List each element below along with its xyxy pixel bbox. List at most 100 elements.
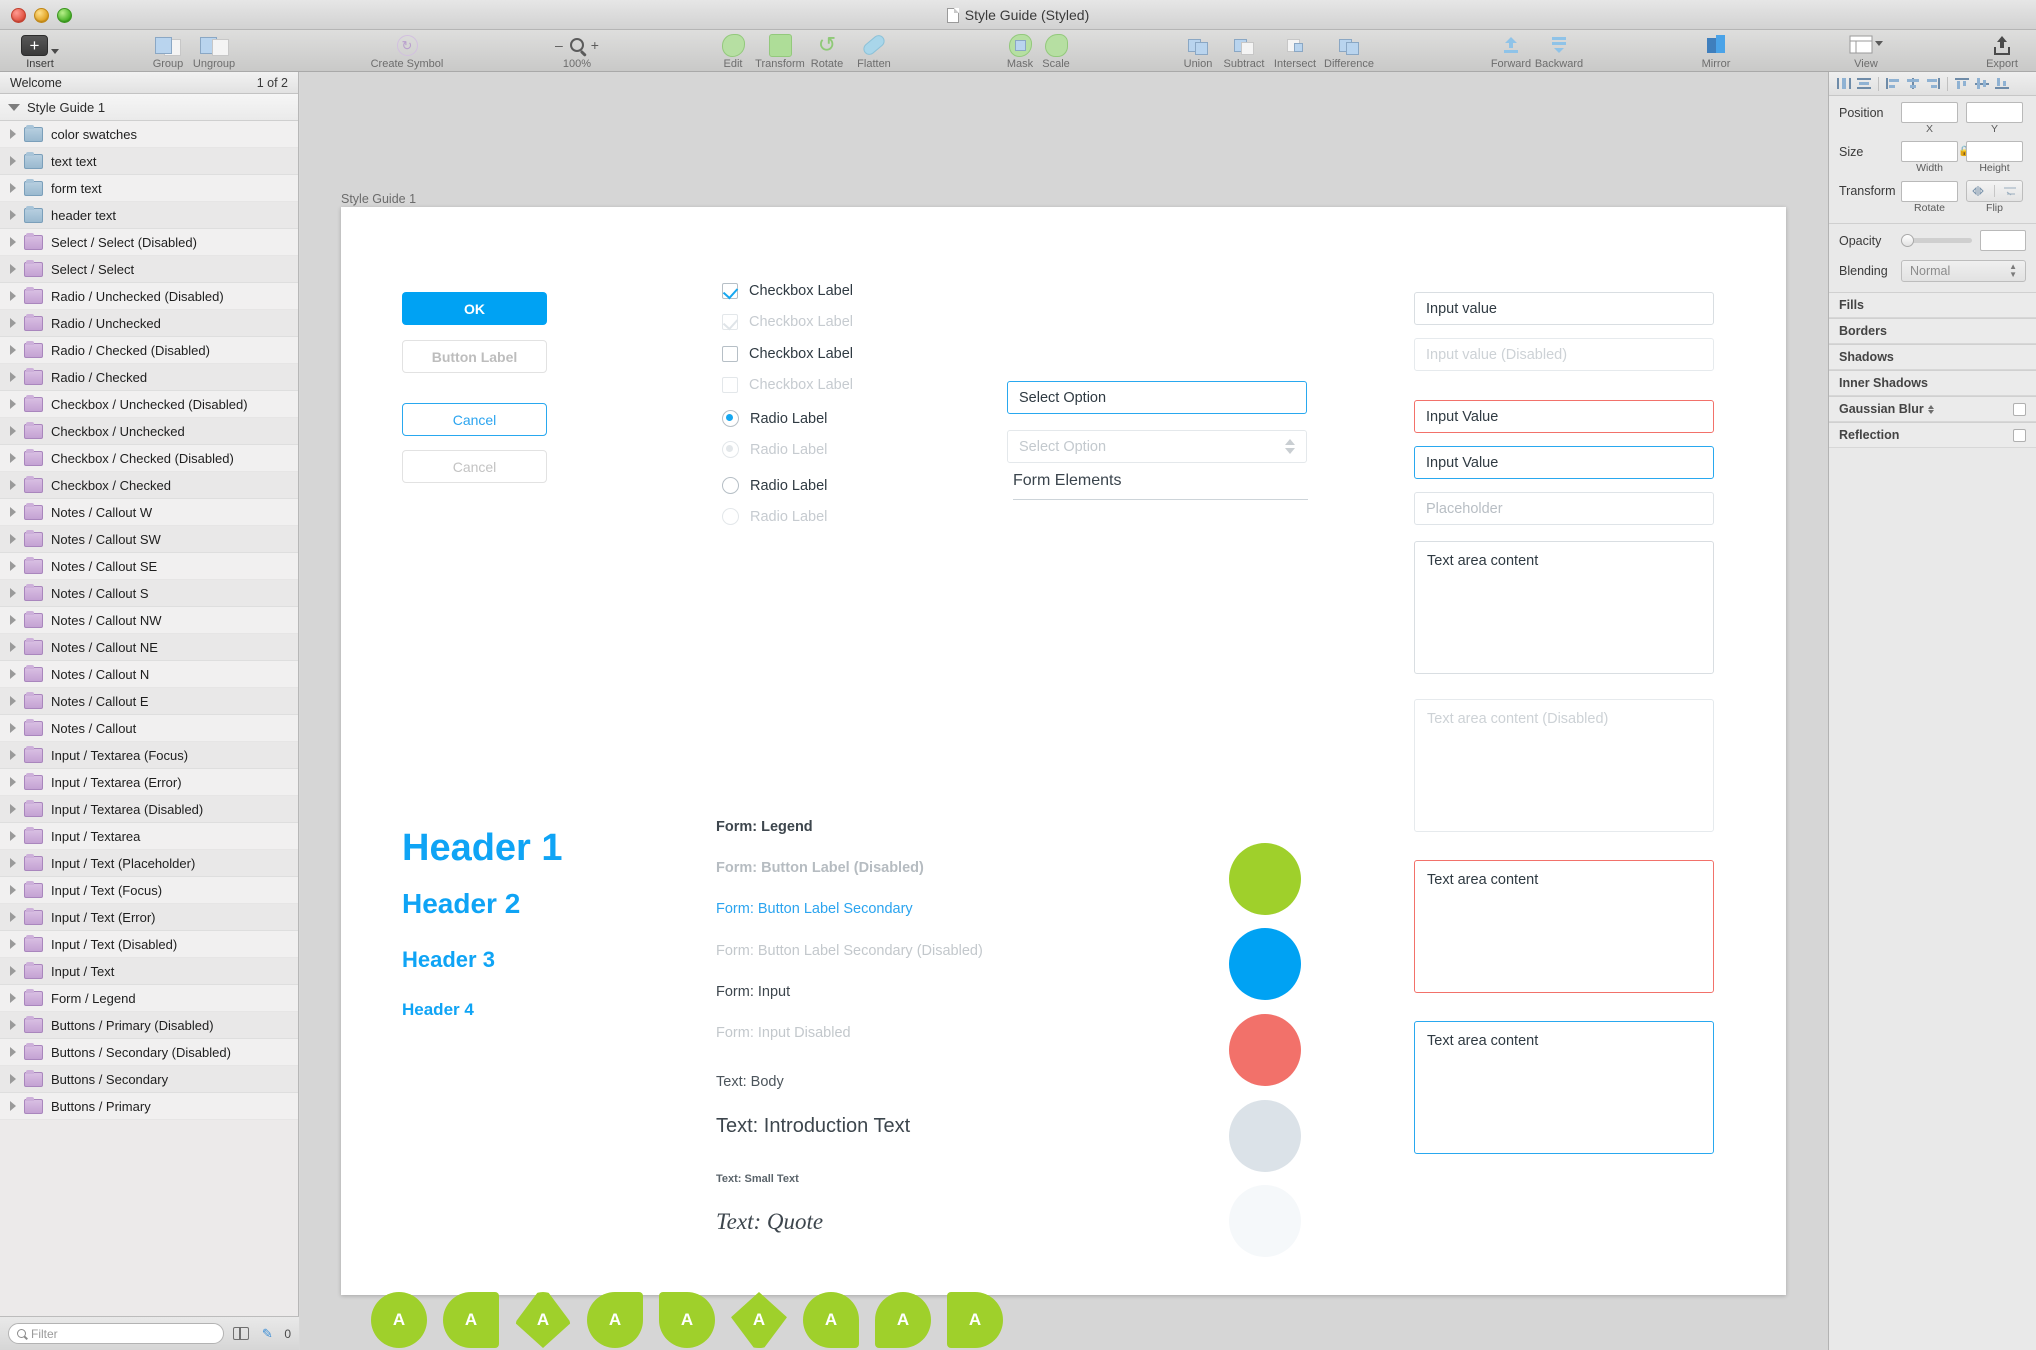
zoom-in-icon[interactable]: + — [591, 37, 599, 53]
layer-row[interactable]: Buttons / Secondary (Disabled) — [0, 1039, 298, 1066]
layer-row[interactable]: Form / Legend — [0, 985, 298, 1012]
chevron-right-icon[interactable] — [10, 588, 16, 598]
pen-icon[interactable]: ✎ — [258, 1326, 276, 1342]
layer-row[interactable]: Notes / Callout — [0, 715, 298, 742]
layer-row[interactable]: Notes / Callout NW — [0, 607, 298, 634]
toolbar-item-scale[interactable]: Scale — [1020, 32, 1092, 70]
layer-row[interactable]: Radio / Unchecked (Disabled) — [0, 283, 298, 310]
toolbar-item-flatten[interactable]: Flatten — [838, 32, 910, 70]
distribute-vertical-icon[interactable] — [1855, 76, 1873, 92]
button-secondary[interactable]: Cancel — [402, 403, 547, 436]
zoom-icon[interactable] — [569, 38, 584, 52]
artboard[interactable]: OK Button Label Cancel Cancel Checkbox L… — [341, 207, 1786, 1348]
chevron-right-icon[interactable] — [10, 696, 16, 706]
inspector-section[interactable]: Borders — [1829, 318, 2036, 344]
chevron-right-icon[interactable] — [10, 669, 16, 679]
rotate-input[interactable] — [1901, 180, 1958, 202]
layer-row[interactable]: Input / Text (Error) — [0, 904, 298, 931]
layer-row[interactable]: color swatches — [0, 121, 298, 148]
zoom-out-icon[interactable]: – — [555, 37, 563, 53]
chevron-right-icon[interactable] — [10, 642, 16, 652]
select-focus[interactable]: Select Option — [1007, 381, 1307, 414]
size-height-input[interactable] — [1966, 141, 2023, 162]
layer-row[interactable]: Input / Textarea — [0, 823, 298, 850]
layer-row[interactable]: Buttons / Primary (Disabled) — [0, 1012, 298, 1039]
textarea[interactable]: Text area content — [1414, 541, 1714, 674]
layer-row[interactable]: Notes / Callout SW — [0, 526, 298, 553]
layer-row[interactable]: Checkbox / Unchecked (Disabled) — [0, 391, 298, 418]
radio-icon[interactable] — [722, 410, 739, 427]
layer-row[interactable]: Notes / Callout SE — [0, 553, 298, 580]
layer-row[interactable]: Radio / Checked — [0, 364, 298, 391]
layer-row[interactable]: Input / Text — [0, 958, 298, 985]
layer-row[interactable]: Checkbox / Checked (Disabled) — [0, 445, 298, 472]
align-left-icon[interactable] — [1884, 76, 1902, 92]
input-text-error[interactable]: Input Value — [1414, 400, 1714, 433]
layer-row[interactable]: Notes / Callout S — [0, 580, 298, 607]
chevron-right-icon[interactable] — [10, 534, 16, 544]
chevron-right-icon[interactable] — [10, 1074, 16, 1084]
toolbar-item-insert[interactable]: + Insert — [4, 32, 76, 70]
chevron-right-icon[interactable] — [10, 723, 16, 733]
layer-row[interactable]: Checkbox / Checked — [0, 472, 298, 499]
position-y-input[interactable] — [1966, 102, 2023, 123]
chevron-right-icon[interactable] — [10, 750, 16, 760]
chevron-right-icon[interactable] — [10, 372, 16, 382]
chevron-right-icon[interactable] — [10, 318, 16, 328]
chevron-down-icon[interactable] — [8, 103, 20, 111]
filter-input[interactable]: Filter — [8, 1323, 225, 1344]
chevron-right-icon[interactable] — [10, 129, 16, 139]
stepper-icon[interactable] — [1927, 404, 1934, 414]
layer-row[interactable]: Checkbox / Unchecked — [0, 418, 298, 445]
layer-row[interactable]: form text — [0, 175, 298, 202]
toolbar-item-difference[interactable]: Difference — [1313, 32, 1385, 70]
input-text-placeholder[interactable]: Placeholder — [1414, 492, 1714, 525]
layer-list[interactable]: color swatches text text form text header t… — [0, 121, 298, 1120]
chevron-right-icon[interactable] — [10, 237, 16, 247]
toolbar-item-export[interactable]: Export — [1966, 32, 2036, 70]
size-width-input[interactable] — [1901, 141, 1958, 162]
layer-row[interactable]: Notes / Callout NE — [0, 634, 298, 661]
chevron-right-icon[interactable] — [10, 183, 16, 193]
chevron-right-icon[interactable] — [10, 615, 16, 625]
layer-row[interactable]: Input / Textarea (Disabled) — [0, 796, 298, 823]
layer-row[interactable]: Input / Textarea (Focus) — [0, 742, 298, 769]
input-text[interactable]: Input value — [1414, 292, 1714, 325]
chevron-right-icon[interactable] — [10, 453, 16, 463]
layer-row[interactable]: Notes / Callout N — [0, 661, 298, 688]
chevron-right-icon[interactable] — [10, 777, 16, 787]
section-checkbox[interactable] — [2013, 402, 2026, 416]
chevron-right-icon[interactable] — [10, 831, 16, 841]
chevron-right-icon[interactable] — [10, 993, 16, 1003]
layer-row[interactable]: Buttons / Secondary — [0, 1066, 298, 1093]
chevron-right-icon[interactable] — [10, 507, 16, 517]
layer-row[interactable]: Radio / Unchecked — [0, 310, 298, 337]
distribute-horizontal-icon[interactable] — [1835, 76, 1853, 92]
flip-buttons[interactable] — [1966, 180, 2023, 202]
align-toolbar[interactable] — [1829, 72, 2036, 96]
input-text-focus[interactable]: Input Value — [1414, 446, 1714, 479]
chevron-right-icon[interactable] — [10, 345, 16, 355]
toolbar-item-create-symbol[interactable]: ↻ Create Symbol — [352, 32, 462, 70]
lock-aspect-icon[interactable]: 🔒 — [1958, 146, 1970, 157]
opacity-slider[interactable] — [1901, 234, 1972, 247]
toolbar-item-ungroup[interactable]: Ungroup — [178, 32, 250, 70]
radio-row-checked[interactable]: Radio Label — [722, 410, 827, 427]
checkbox-row-unchecked[interactable]: Checkbox Label — [722, 346, 853, 362]
chevron-right-icon[interactable] — [10, 210, 16, 220]
chevron-right-icon[interactable] — [10, 156, 16, 166]
inspector-section[interactable]: Reflection — [1829, 422, 2036, 448]
inspector-section[interactable]: Inner Shadows — [1829, 370, 2036, 396]
position-x-input[interactable] — [1901, 102, 1958, 123]
layer-row[interactable]: Notes / Callout E — [0, 688, 298, 715]
button-primary[interactable]: OK — [402, 292, 547, 325]
chevron-right-icon[interactable] — [10, 858, 16, 868]
radio-row-unchecked[interactable]: Radio Label — [722, 477, 827, 494]
canvas[interactable]: Style Guide 1 OK Button Label Cancel Can… — [300, 72, 1828, 1350]
toolbar-item-backward[interactable]: Backward — [1523, 32, 1595, 70]
layer-row[interactable]: Input / Text (Focus) — [0, 877, 298, 904]
textarea-error[interactable]: Text area content — [1414, 860, 1714, 993]
chevron-right-icon[interactable] — [10, 426, 16, 436]
layer-row[interactable]: Buttons / Primary — [0, 1093, 298, 1120]
layer-row[interactable]: Input / Text (Placeholder) — [0, 850, 298, 877]
